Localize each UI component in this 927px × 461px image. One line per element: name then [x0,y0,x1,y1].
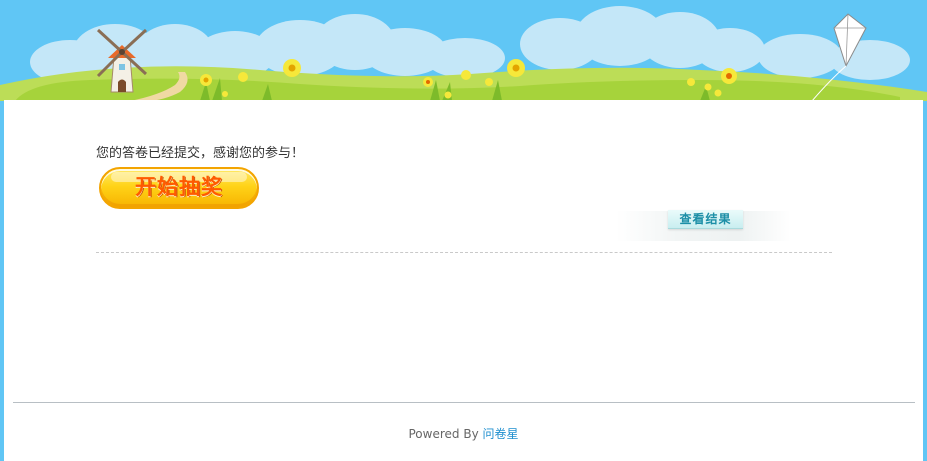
view-results-button[interactable]: 查看结果 [668,210,743,229]
content-panel: 您的答卷已经提交，感谢您的参与！ 开始抽奖 查看结果 Powered By 问卷… [4,100,923,461]
brand-link[interactable]: 问卷星 [482,427,518,441]
submission-thanks-message: 您的答卷已经提交，感谢您的参与！ [96,146,305,161]
footer-divider [13,402,915,403]
view-results-label: 查看结果 [679,212,732,226]
landscape-illustration [0,0,927,101]
start-lottery-button[interactable]: 开始抽奖 [99,167,259,209]
start-lottery-label: 开始抽奖 [135,175,223,199]
dashed-divider [96,252,832,253]
powered-by-text: Powered By [408,427,483,441]
header-banner [0,0,927,101]
footer: Powered By 问卷星 [4,425,923,442]
